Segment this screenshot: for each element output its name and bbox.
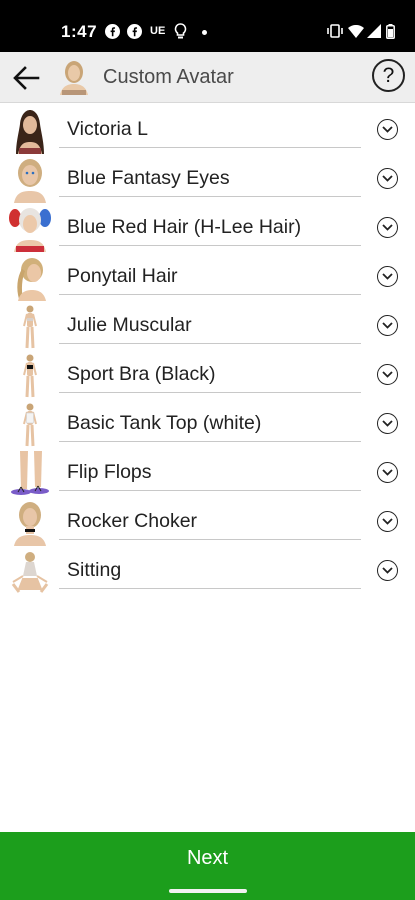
portrait-choker-thumbnail [8, 500, 52, 546]
chevron-down-icon [382, 469, 393, 476]
list-item[interactable]: Sitting [0, 547, 415, 596]
avatar-item-list: Victoria L Blue Fantasy Eyes Blue Red Ha… [0, 106, 415, 596]
back-button[interactable] [6, 58, 46, 98]
portrait-blonde-thumbnail [8, 157, 52, 203]
chevron-down-icon [382, 420, 393, 427]
list-item[interactable]: Blue Red Hair (H-Lee Hair) [0, 204, 415, 253]
page-title: Custom Avatar [103, 66, 234, 88]
divider [59, 490, 361, 491]
facebook-icon [105, 22, 120, 40]
signal-icon [367, 22, 381, 40]
list-item[interactable]: Ponytail Hair [0, 253, 415, 302]
divider [59, 245, 361, 246]
chevron-down-icon [382, 567, 393, 574]
expand-button[interactable] [377, 560, 398, 581]
expand-button[interactable] [377, 119, 398, 140]
expand-button[interactable] [377, 364, 398, 385]
divider [59, 588, 361, 589]
list-item[interactable]: Julie Muscular [0, 302, 415, 351]
list-item[interactable]: Victoria L [0, 106, 415, 155]
item-label: Sport Bra (Black) [67, 363, 216, 385]
divider [59, 539, 361, 540]
portrait-blue-red-pigtails-thumbnail [8, 206, 52, 252]
lightbulb-icon [174, 22, 187, 40]
back-arrow-icon [13, 66, 40, 90]
list-item[interactable]: Blue Fantasy Eyes [0, 155, 415, 204]
expand-button[interactable] [377, 462, 398, 483]
portrait-ponytail-thumbnail [8, 255, 52, 301]
facebook-icon [127, 22, 142, 40]
chevron-down-icon [382, 371, 393, 378]
item-label: Blue Red Hair (H-Lee Hair) [67, 216, 302, 238]
chevron-down-icon [382, 175, 393, 182]
item-label: Julie Muscular [67, 314, 192, 336]
divider [59, 343, 361, 344]
sitting-pose-thumbnail [8, 549, 52, 595]
item-label: Blue Fantasy Eyes [67, 167, 230, 189]
battery-icon [386, 22, 395, 40]
status-time: 1:47 [61, 22, 98, 41]
item-label: Rocker Choker [67, 510, 198, 532]
expand-button[interactable] [377, 266, 398, 287]
item-label: Sitting [67, 559, 122, 581]
list-item[interactable]: Basic Tank Top (white) [0, 400, 415, 449]
chevron-down-icon [382, 224, 393, 231]
help-icon: ? [382, 63, 395, 87]
divider [59, 441, 361, 442]
chevron-down-icon [382, 322, 393, 329]
expand-button[interactable] [377, 217, 398, 238]
item-label: Victoria L [67, 118, 148, 140]
expand-button[interactable] [377, 511, 398, 532]
item-label: Basic Tank Top (white) [67, 412, 262, 434]
expand-button[interactable] [377, 413, 398, 434]
full-body-black-bra-thumbnail [8, 353, 52, 399]
divider [59, 392, 361, 393]
dot-icon [202, 30, 207, 35]
divider [59, 147, 361, 148]
gesture-handle[interactable] [169, 889, 247, 893]
app-bar: Custom Avatar ? [0, 52, 415, 103]
list-item[interactable]: Flip Flops [0, 449, 415, 498]
expand-button[interactable] [377, 315, 398, 336]
portrait-dark-hair-thumbnail [8, 108, 52, 154]
full-body-figure-thumbnail [8, 304, 52, 350]
item-label: Flip Flops [67, 461, 152, 483]
status-bar: 1:47 UE [0, 0, 415, 52]
ue-badge-icon: UE [150, 25, 166, 37]
item-label: Ponytail Hair [67, 265, 178, 287]
list-item[interactable]: Rocker Choker [0, 498, 415, 547]
help-button[interactable]: ? [372, 59, 405, 92]
divider [59, 196, 361, 197]
list-item[interactable]: Sport Bra (Black) [0, 351, 415, 400]
chevron-down-icon [382, 518, 393, 525]
chevron-down-icon [382, 126, 393, 133]
avatar [58, 59, 90, 95]
next-button[interactable]: Next [0, 832, 415, 884]
divider [59, 294, 361, 295]
legs-flip-flops-thumbnail [8, 451, 52, 497]
vibrate-icon [326, 22, 344, 40]
wifi-icon [348, 22, 364, 40]
expand-button[interactable] [377, 168, 398, 189]
full-body-tank-top-thumbnail [8, 402, 52, 448]
chevron-down-icon [382, 273, 393, 280]
